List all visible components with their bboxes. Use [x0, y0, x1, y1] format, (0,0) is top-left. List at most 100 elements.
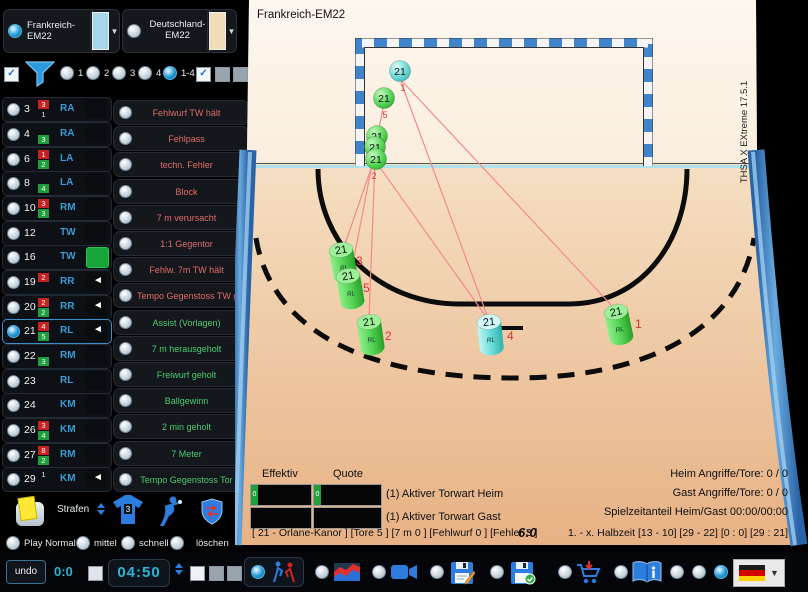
filter-radio-1-4[interactable]: 1-4: [163, 66, 195, 80]
action-freiwurf-geholt[interactable]: Freiwurf geholt: [113, 362, 249, 387]
strafen-spinner[interactable]: [97, 503, 105, 515]
player-row-23[interactable]: 23RL: [2, 369, 112, 394]
playback-loeschen[interactable]: löschen: [170, 536, 229, 550]
filter-radio-4[interactable]: 4: [138, 66, 161, 80]
player-row-29[interactable]: 291KM◄: [2, 467, 112, 492]
game-timer[interactable]: 04:50: [108, 559, 170, 587]
action-assist[interactable]: Assist (Vorlagen): [113, 310, 249, 335]
save-edit-radio[interactable]: [430, 565, 444, 579]
filter-checkbox-3[interactable]: [215, 67, 230, 82]
team-guest-color-swatch: [209, 12, 226, 50]
save-edit-icon[interactable]: [450, 561, 476, 585]
handball-player-icon[interactable]: [152, 494, 184, 528]
save-confirm-radio[interactable]: [490, 565, 504, 579]
filter-radio-3[interactable]: 3: [112, 66, 135, 80]
action-7m-herausgeholt[interactable]: 7 m herausgeholt: [113, 336, 249, 361]
player-row-3[interactable]: 331RA: [2, 97, 112, 122]
action-fehlpass[interactable]: Fehlpass: [113, 126, 249, 151]
selected-player-stats-line: [ 21 - Orlane-Kanor ] [Tore 5 ] [7 m 0 ]…: [252, 527, 537, 539]
option-radio-3[interactable]: [714, 565, 728, 579]
jersey-icon[interactable]: 3: [112, 495, 144, 525]
player-row-10[interactable]: 1033RM: [2, 196, 112, 221]
player-row-27[interactable]: 2782RM: [2, 443, 112, 468]
stat-bar-heim-effektiv: 0: [250, 484, 312, 506]
manual-radio[interactable]: [614, 565, 628, 579]
player-row-21[interactable]: 2145RL◄: [2, 319, 112, 344]
option-radio-1[interactable]: [670, 565, 684, 579]
duel-view-toggle[interactable]: [244, 557, 304, 587]
filter-radio-1[interactable]: 1: [60, 66, 83, 80]
stat-bar-gast-effektiv: [250, 507, 312, 529]
team-home-selector[interactable]: Frankreich-EM22: [3, 9, 97, 53]
field-marker-3-count: 3: [356, 254, 363, 268]
option-radio-2[interactable]: [692, 565, 706, 579]
marker-triangle-icon: ◄: [93, 275, 103, 286]
toolbar-checkbox-1[interactable]: [190, 566, 205, 581]
stats-col-quote: Quote: [333, 468, 363, 480]
area-chart-icon[interactable]: [334, 563, 360, 581]
timer-checkbox[interactable]: [88, 566, 103, 581]
undo-button[interactable]: undo: [6, 560, 46, 584]
svg-text:21: 21: [394, 66, 406, 78]
field-marker-4[interactable]: 21 RL: [476, 313, 504, 356]
manual-book-icon[interactable]: [632, 561, 662, 583]
action-block[interactable]: Block: [113, 179, 249, 204]
team-home-color-swatch: [92, 12, 109, 50]
team-home-color-button[interactable]: ▼: [90, 9, 120, 53]
video-radio[interactable]: [372, 565, 386, 579]
save-confirm-icon[interactable]: [510, 561, 536, 585]
filter-checkbox-2[interactable]: ✓: [196, 67, 211, 82]
action-techn-fehler[interactable]: techn. Fehler: [113, 152, 249, 177]
player-row-19[interactable]: 192RR◄: [2, 270, 112, 295]
player-row-16[interactable]: 16TW: [2, 245, 112, 270]
team-guest-selector[interactable]: Deutschland-EM22: [122, 9, 214, 53]
player-row-12[interactable]: 12TW: [2, 221, 112, 246]
player-row-26[interactable]: 2634KM: [2, 418, 112, 443]
action-ballgewinn[interactable]: Ballgewinn: [113, 388, 249, 413]
svg-text:21: 21: [378, 93, 390, 105]
player-row-22[interactable]: 223RM: [2, 344, 112, 369]
mini-score: 0:0: [54, 564, 73, 579]
filter-radio-2[interactable]: 2: [86, 66, 109, 80]
action-tempo-gegenstoss-tor[interactable]: Tempo Gegenstoss Tor: [113, 467, 249, 492]
playback-mittel[interactable]: mittel: [76, 536, 117, 550]
cart-radio[interactable]: [558, 565, 572, 579]
player-row-24[interactable]: 24KM: [2, 393, 112, 418]
action-2min-geholt[interactable]: 2 min geholt: [113, 414, 249, 439]
player-row-6[interactable]: 612LA: [2, 147, 112, 172]
watermark: THSA X EXtreme 17.5.1: [739, 81, 750, 183]
halbzeit-line: 1. - x. Halbzeit [13 - 10] [29 - 22] [0 …: [555, 527, 788, 539]
toolbar-checkbox-2[interactable]: [209, 566, 224, 581]
team-guest-color-button[interactable]: ▼: [207, 9, 237, 53]
action-tempo-gegenstoss-tw[interactable]: Tempo Gegenstoss TW geh.: [113, 283, 249, 308]
chevron-down-icon: ▼: [111, 27, 119, 36]
player-row-4[interactable]: 43RA: [2, 122, 112, 147]
toolbar-checkbox-3[interactable]: [227, 566, 242, 581]
app-window: Frankreich-EM22 ▼ Deutschland-EM22 ▼ ✓ 1…: [0, 0, 808, 592]
player-row-20[interactable]: 2022RR◄: [2, 295, 112, 320]
svg-text:3: 3: [126, 505, 131, 514]
filter-funnel-icon[interactable]: [25, 61, 55, 87]
team-guest-radio[interactable]: [127, 24, 141, 38]
playback-play-normal[interactable]: Play Normal: [6, 536, 76, 550]
timer-spinner[interactable]: [175, 563, 183, 575]
yellow-card-icon[interactable]: [16, 502, 44, 526]
chart-view-radio[interactable]: [315, 565, 329, 579]
action-7-meter[interactable]: 7 Meter: [113, 441, 249, 466]
playback-schnell[interactable]: schnell: [121, 536, 169, 550]
video-camera-icon[interactable]: [391, 564, 417, 580]
team-home-radio[interactable]: [8, 24, 22, 38]
marker-triangle-icon: ◄: [93, 324, 103, 335]
action-7m-verursacht[interactable]: 7 m verursacht: [113, 205, 249, 230]
svg-text:5: 5: [382, 110, 387, 120]
bottom-toolbar: undo 0:0 04:50: [0, 552, 808, 592]
player-row-8[interactable]: 84LA: [2, 171, 112, 196]
action-1-1-gegentor[interactable]: 1:1 Gegentor: [113, 231, 249, 256]
action-fehlwurf-tw-haelt[interactable]: Fehlwurf TW hält: [113, 100, 249, 125]
shield-swap-icon[interactable]: [200, 498, 224, 525]
action-fehlw-7m-tw-haelt[interactable]: Fehlw. 7m TW hält: [113, 257, 249, 282]
language-selector[interactable]: ▼: [733, 559, 785, 587]
cart-download-icon[interactable]: [576, 561, 602, 585]
field-marker-4-count: 4: [507, 329, 514, 343]
filter-checkbox[interactable]: ✓: [4, 67, 19, 82]
